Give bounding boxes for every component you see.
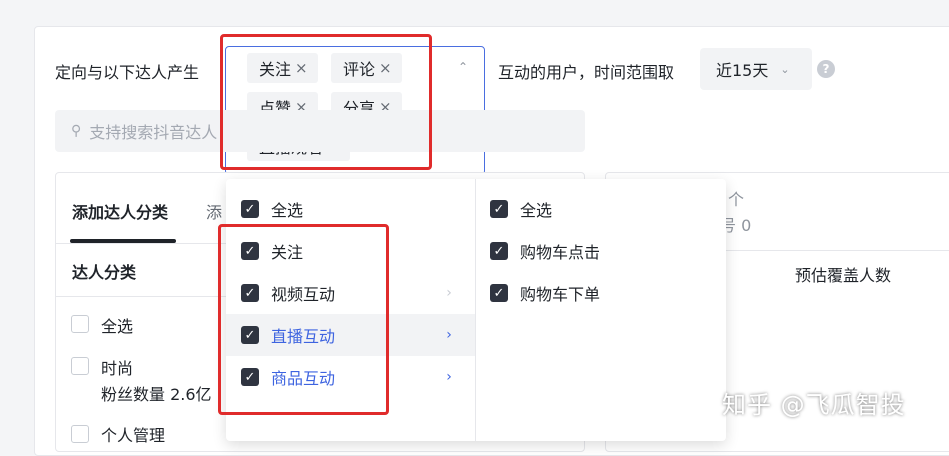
cascader-option-cart-order[interactable]: ✓ 购物车下单 <box>476 272 726 314</box>
tag-remove-icon[interactable]: × <box>295 59 308 77</box>
tag-follow[interactable]: 关注 × <box>247 53 318 83</box>
creator-search-input[interactable]: ⚲ 支持搜索抖音达人 <box>55 110 585 152</box>
estimated-coverage-header: 预估覆盖人数 <box>795 266 892 285</box>
checkbox-checked-icon[interactable]: ✓ <box>241 368 259 386</box>
chevron-right-icon: › <box>446 369 452 385</box>
checkbox-checked-icon[interactable]: ✓ <box>490 284 508 302</box>
search-placeholder: 支持搜索抖音达人 <box>89 123 218 142</box>
option-label: 全选 <box>520 201 553 220</box>
cascader-option-product-interaction[interactable]: ✓ 商品互动 › <box>226 356 475 398</box>
chevron-right-icon: › <box>446 327 452 343</box>
checkbox-checked-icon[interactable]: ✓ <box>241 284 259 302</box>
help-icon[interactable]: ? <box>817 60 835 78</box>
checkbox-checked-icon[interactable]: ✓ <box>241 326 259 344</box>
row-label: 全选 <box>101 317 134 336</box>
filter-suffix-label: 互动的用户，时间范围取 <box>498 63 675 82</box>
chevron-down-icon: ⌄ <box>780 62 790 76</box>
time-range-select[interactable]: 近15天 ⌄ <box>700 48 812 90</box>
cascader-option-follow[interactable]: ✓ 关注 <box>226 230 475 272</box>
cascader-option-live-interaction[interactable]: ✓ 直播互动 › <box>226 314 475 356</box>
checkbox-checked-icon[interactable]: ✓ <box>241 242 259 260</box>
time-range-value: 近15天 <box>716 61 769 80</box>
checkbox-personal-care[interactable] <box>71 425 89 443</box>
cascader-option-select-all[interactable]: ✓ 全选 <box>226 188 475 230</box>
tag-remove-icon[interactable]: × <box>379 59 392 77</box>
cascader-option-select-all-sub[interactable]: ✓ 全选 <box>476 188 726 230</box>
option-label: 商品互动 <box>271 369 336 388</box>
count-unit: 个 <box>728 190 745 209</box>
tab-add-creator[interactable]: 添 <box>206 199 222 223</box>
checkbox-fashion[interactable] <box>71 357 89 375</box>
cascader-option-cart-click[interactable]: ✓ 购物车点击 <box>476 230 726 272</box>
option-label: 直播互动 <box>271 327 336 346</box>
category-column-header: 达人分类 <box>72 263 137 282</box>
chevron-up-icon[interactable]: ⌃ <box>458 60 468 74</box>
tag-label: 评论 <box>343 60 376 79</box>
watermark: 知乎 @飞瓜智投 <box>722 391 906 419</box>
tag-label: 关注 <box>259 60 292 79</box>
option-label: 购物车下单 <box>520 285 601 304</box>
filter-prefix-label: 定向与以下达人产生 <box>55 63 200 82</box>
checkbox-select-all[interactable] <box>71 315 89 333</box>
option-label: 全选 <box>271 201 304 220</box>
option-label: 视频互动 <box>271 285 336 304</box>
checkbox-checked-icon[interactable]: ✓ <box>490 200 508 218</box>
row-label: 个人管理 <box>101 426 166 445</box>
cascader-option-video-interaction[interactable]: ✓ 视频互动 › <box>226 272 475 314</box>
tag-comment[interactable]: 评论 × <box>331 53 402 83</box>
chevron-right-icon: › <box>446 285 452 301</box>
row-label: 时尚 <box>101 359 134 378</box>
checkbox-checked-icon[interactable]: ✓ <box>490 242 508 260</box>
checkbox-checked-icon[interactable]: ✓ <box>241 200 259 218</box>
option-label: 关注 <box>271 243 304 262</box>
search-icon: ⚲ <box>71 123 82 139</box>
row-sublabel: 粉丝数量 2.6亿 <box>101 385 212 404</box>
tab-add-creator-category[interactable]: 添加达人分类 <box>72 199 168 223</box>
option-label: 购物车点击 <box>520 243 601 262</box>
